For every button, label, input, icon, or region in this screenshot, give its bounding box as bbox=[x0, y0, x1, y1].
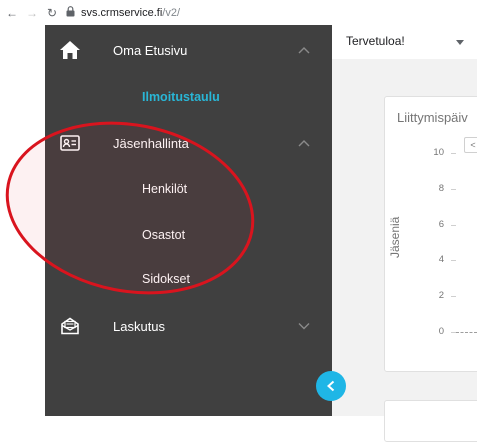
envelope-icon bbox=[59, 315, 81, 337]
chart-y-tick-label: 2 bbox=[438, 290, 444, 302]
sidebar-subitem-label: Henkilöt bbox=[142, 182, 188, 196]
id-card-icon bbox=[59, 132, 81, 154]
forward-icon[interactable]: → bbox=[24, 5, 40, 21]
chevron-up-icon[interactable] bbox=[297, 43, 311, 57]
url-domain: svs.crmservice.fi bbox=[81, 6, 163, 19]
sidebar-subitem-sidokset[interactable]: Sidokset bbox=[45, 266, 332, 292]
sidebar-collapse-button[interactable] bbox=[316, 371, 346, 401]
reload-icon[interactable]: ↻ bbox=[44, 5, 60, 21]
chart-y-tick-mark bbox=[451, 224, 456, 226]
sidebar-subitem-label: Ilmoitustaulu bbox=[142, 90, 220, 104]
chevron-up-icon[interactable] bbox=[297, 136, 311, 150]
welcome-menu[interactable]: Tervetuloa! bbox=[346, 34, 405, 48]
chart-y-tick-mark bbox=[451, 260, 456, 262]
chart-y-tick-mark bbox=[451, 296, 456, 298]
chart-y-tick-mark bbox=[451, 153, 456, 154]
chevron-down-icon[interactable] bbox=[297, 319, 311, 333]
address-bar[interactable]: svs.crmservice.fi/v2/ bbox=[66, 5, 181, 20]
browser-toolbar: ← → ↻ svs.crmservice.fi/v2/ bbox=[0, 0, 477, 25]
sidebar-subitem-ilmoitustaulu[interactable]: Ilmoitustaulu bbox=[45, 84, 332, 110]
sidebar-item-oma-etusivu[interactable]: Oma Etusivu bbox=[45, 35, 332, 65]
sidebar-item-laskutus[interactable]: Laskutus bbox=[45, 311, 332, 341]
page-left-margin bbox=[0, 25, 45, 416]
back-icon[interactable]: ← bbox=[4, 5, 20, 21]
chart-y-tick-label: 6 bbox=[438, 218, 444, 230]
second-card bbox=[384, 400, 477, 442]
caret-down-icon[interactable] bbox=[456, 40, 464, 45]
url-path: /v2/ bbox=[162, 6, 181, 19]
chart-toolbar-button[interactable]: < bbox=[464, 137, 477, 153]
chart-y-tick-label: 4 bbox=[438, 254, 444, 266]
sidebar-subitem-osastot[interactable]: Osastot bbox=[45, 222, 332, 248]
sidebar-item-label: Laskutus bbox=[113, 318, 166, 334]
chevron-left-icon bbox=[327, 380, 335, 392]
chart-y-tick-label: 8 bbox=[438, 182, 444, 194]
card-title: Liittymispäiv bbox=[397, 110, 468, 125]
chart-y-tick-label: 0 bbox=[438, 326, 444, 337]
chart-series-line bbox=[456, 332, 477, 333]
chart-y-tick-label: 10 bbox=[433, 147, 444, 158]
chart-y-tick-mark bbox=[451, 188, 456, 190]
sidebar-item-label: Oma Etusivu bbox=[113, 42, 188, 58]
home-icon bbox=[59, 39, 81, 61]
sidebar-subitem-label: Sidokset bbox=[142, 272, 190, 286]
sidebar-item-label: Jäsenhallinta bbox=[113, 135, 189, 151]
top-bar: Tervetuloa! bbox=[332, 25, 477, 59]
chart-y-axis-label: Jäseniä bbox=[388, 216, 402, 258]
sidebar-subitem-henkilot[interactable]: Henkilöt bbox=[45, 176, 332, 202]
sidebar-item-jasenhallinta[interactable]: Jäsenhallinta bbox=[45, 128, 332, 158]
sidebar: Oma Etusivu Ilmoitustaulu Jäsenhallinta … bbox=[45, 25, 332, 416]
lock-icon bbox=[66, 5, 75, 20]
sidebar-subitem-label: Osastot bbox=[142, 228, 186, 242]
